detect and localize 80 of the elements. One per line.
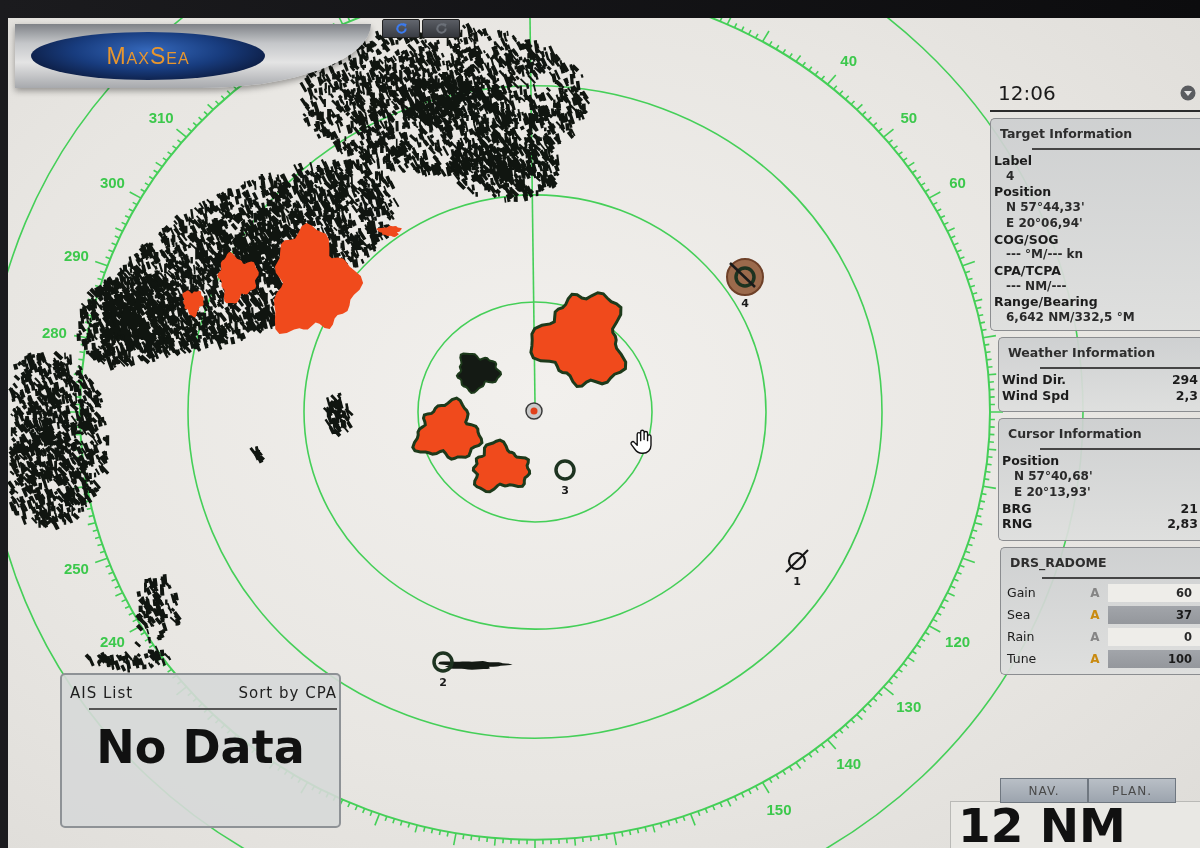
control-label: Gain bbox=[1006, 584, 1037, 601]
clock-time: 12:06 bbox=[998, 80, 1056, 105]
field-label: Wind Spd bbox=[1002, 387, 1070, 404]
bearing-label: 240 bbox=[99, 632, 125, 650]
radar-echo bbox=[455, 352, 503, 394]
circular-arrow-icon bbox=[434, 22, 448, 35]
target-marker-icon[interactable] bbox=[432, 651, 454, 673]
radar-echo bbox=[217, 252, 259, 304]
hand-cursor-icon bbox=[630, 429, 652, 454]
field-value: --- °M/--- kn bbox=[1005, 247, 1085, 263]
auto-toggle[interactable]: A bbox=[1088, 584, 1102, 601]
sort-toggle[interactable]: Sort by CPA bbox=[238, 684, 337, 702]
mode-tab[interactable]: PLAN. bbox=[1088, 778, 1176, 803]
field-label: Position bbox=[1002, 453, 1061, 470]
field-label: Range/Bearing bbox=[994, 294, 1099, 311]
down-arrow-circle-icon[interactable] bbox=[1180, 84, 1196, 101]
field-value: 2,3 bbox=[1175, 387, 1198, 404]
circular-arrow-icon bbox=[394, 22, 408, 35]
field-value: 21 bbox=[1180, 500, 1198, 517]
control-label: Sea bbox=[1006, 606, 1032, 623]
target-label: 2 bbox=[439, 675, 447, 689]
control-label: Tune bbox=[1006, 650, 1038, 667]
target-marker-icon[interactable] bbox=[554, 459, 576, 481]
auto-toggle[interactable]: A bbox=[1088, 628, 1102, 645]
radar-echo bbox=[182, 290, 204, 318]
range-display: 12 NM bbox=[950, 801, 1200, 848]
bearing-label: 280 bbox=[41, 323, 67, 341]
field-value: N 57°44,33' bbox=[1005, 200, 1086, 216]
mode-tab[interactable]: NAV. bbox=[1000, 778, 1088, 803]
panel-title: Cursor Information bbox=[1007, 426, 1143, 443]
panel-title: DRS_RADOME bbox=[1009, 554, 1108, 571]
target-marker-icon[interactable] bbox=[726, 258, 764, 296]
field-label: COG/SOG bbox=[994, 231, 1060, 248]
radar-echo bbox=[471, 438, 532, 494]
control-label: Rain bbox=[1006, 628, 1036, 645]
value-field[interactable]: 60 bbox=[1108, 583, 1200, 602]
auto-toggle[interactable]: A bbox=[1088, 650, 1102, 667]
radar-clutter bbox=[322, 392, 354, 438]
field-value: N 57°40,68' bbox=[1013, 469, 1094, 485]
field-value: E 20°06,94' bbox=[1005, 215, 1084, 232]
bearing-label: 140 bbox=[836, 754, 862, 772]
field-value: E 20°13,93' bbox=[1013, 484, 1092, 501]
toolbar-button[interactable] bbox=[422, 19, 460, 38]
panel-title: AIS List bbox=[70, 684, 134, 702]
field-label: Position bbox=[994, 184, 1053, 201]
bearing-label: 40 bbox=[840, 52, 858, 70]
target-label: 4 bbox=[741, 296, 749, 310]
value-field[interactable]: 100 bbox=[1108, 649, 1200, 668]
bearing-label: 60 bbox=[949, 174, 966, 192]
radar-echo bbox=[376, 225, 402, 237]
bearing-label: 300 bbox=[99, 174, 125, 192]
field-label: CPA/TCPA bbox=[994, 262, 1062, 279]
bearing-label: 120 bbox=[945, 632, 971, 650]
field-label: Wind Dir. bbox=[1002, 372, 1067, 388]
field-value: 6,642 NM/332,5 °M bbox=[1005, 310, 1136, 326]
empty-message: No Data bbox=[95, 722, 306, 772]
field-value: 4 bbox=[1005, 168, 1016, 185]
toolbar-button[interactable] bbox=[382, 19, 420, 38]
field-value: 2,83 bbox=[1167, 516, 1198, 532]
value-field[interactable]: 37 bbox=[1108, 605, 1200, 624]
target-label: 1 bbox=[793, 574, 801, 588]
field-label: BRG bbox=[1002, 500, 1032, 517]
bearing-label: 130 bbox=[896, 698, 922, 716]
bearing-label: 50 bbox=[900, 108, 918, 126]
panel-title: Target Information bbox=[999, 126, 1134, 142]
target-label: 3 bbox=[561, 483, 569, 497]
field-label: Label bbox=[994, 153, 1034, 169]
radar-clutter bbox=[249, 445, 265, 464]
field-label: RNG bbox=[1002, 516, 1033, 532]
bearing-label: 150 bbox=[766, 800, 792, 818]
value-field[interactable]: 0 bbox=[1108, 627, 1200, 646]
app-logo: MaxSea bbox=[31, 32, 265, 80]
field-value: --- NM/--- bbox=[1005, 278, 1068, 295]
bearing-label: 250 bbox=[63, 560, 89, 578]
panel-title: Weather Information bbox=[1007, 345, 1157, 361]
bearing-label: 310 bbox=[148, 108, 174, 126]
target-marker-icon[interactable] bbox=[785, 549, 809, 573]
bearing-label: 290 bbox=[63, 246, 89, 264]
field-value: 294 bbox=[1171, 372, 1198, 388]
own-ship-icon bbox=[525, 402, 543, 420]
